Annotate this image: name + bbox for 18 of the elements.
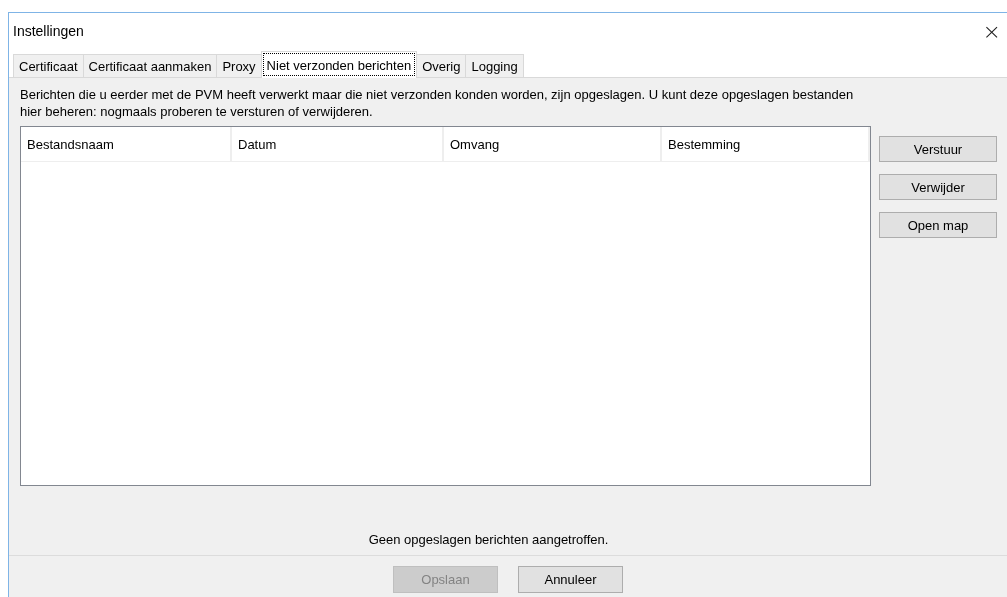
window-title: Instellingen	[13, 23, 84, 39]
tab[interactable]: Overig	[416, 54, 467, 77]
dialog-button[interactable]: Annuleer	[518, 566, 623, 593]
column-header[interactable]: Datum	[232, 127, 444, 161]
action-button[interactable]: Open map	[879, 212, 997, 238]
tab[interactable]: Niet verzonden berichten	[260, 51, 418, 78]
tab[interactable]: Certificaat aanmaken	[82, 54, 218, 77]
column-header[interactable]: Bestemming	[662, 127, 870, 161]
column-header[interactable]: Bestandsnaam	[21, 127, 232, 161]
description-text: Berichten die u eerder met de PVM heeft verwerkt maar die niet verzonden konden worden, zijn opgeslagen. U kunt deze opgeslagen bestanden hier beheren: nogmaals proberen te versturen of verwijderen.	[20, 86, 855, 120]
tab[interactable]: Logging	[465, 54, 524, 77]
tab[interactable]: Proxy	[216, 54, 262, 77]
action-button[interactable]: Verstuur	[879, 136, 997, 162]
tab[interactable]: Certificaat	[13, 54, 84, 77]
column-header[interactable]: Omvang	[444, 127, 662, 161]
status-text: Geen opgeslagen berichten aangetroffen.	[367, 531, 610, 547]
action-button[interactable]: Verwijder	[879, 174, 997, 200]
close-button[interactable]: ×	[976, 18, 1007, 44]
